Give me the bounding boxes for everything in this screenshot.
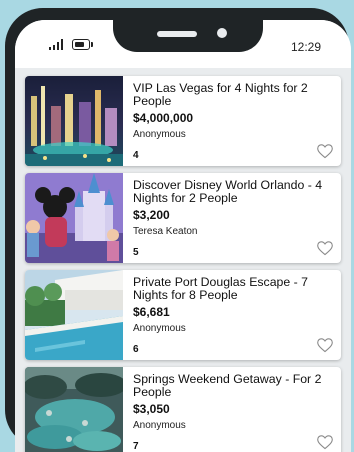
list-item[interactable]: Springs Weekend Getaway - For 2 People $… — [25, 367, 341, 452]
item-price: $3,050 — [133, 402, 170, 416]
status-bar: 12:29 — [15, 20, 351, 68]
item-donor: Anonymous — [133, 420, 186, 431]
list-item[interactable]: VIP Las Vegas for 4 Nights for 2 People … — [25, 76, 341, 166]
bid-count: 4 — [133, 150, 139, 161]
favorite-heart-icon[interactable] — [316, 434, 334, 450]
item-price: $4,000,000 — [133, 111, 194, 125]
bid-count: 7 — [133, 441, 139, 452]
item-title: VIP Las Vegas for 4 Nights for 2 People — [133, 81, 308, 108]
item-price: $3,200 — [133, 208, 170, 222]
las-vegas-image — [25, 76, 123, 166]
item-price: $6,681 — [133, 305, 170, 319]
item-donor: Anonymous — [133, 129, 186, 140]
favorite-heart-icon[interactable] — [316, 337, 334, 353]
item-title: Discover Disney World Orlando - 4 Nights… — [133, 178, 323, 205]
resort-pool-image — [25, 270, 123, 360]
disney-image — [25, 173, 123, 263]
auction-list: VIP Las Vegas for 4 Nights for 2 People … — [25, 76, 341, 452]
item-title: Springs Weekend Getaway - For 2 People — [133, 372, 322, 399]
phone-frame: 12:29 VIP Las Vegas for 4 Nights for 2 P… — [5, 8, 351, 452]
favorite-heart-icon[interactable] — [316, 143, 334, 159]
speaker — [157, 31, 197, 37]
item-donor: Anonymous — [133, 323, 186, 334]
list-item[interactable]: Discover Disney World Orlando - 4 Nights… — [25, 173, 341, 263]
item-info: Discover Disney World Orlando - 4 Nights… — [133, 178, 333, 238]
camera-icon — [217, 28, 227, 38]
hot-springs-image — [25, 367, 123, 452]
favorite-heart-icon[interactable] — [316, 240, 334, 256]
status-time: 12:29 — [290, 40, 321, 54]
item-info: Private Port Douglas Escape - 7 Nights f… — [133, 275, 333, 335]
item-info: VIP Las Vegas for 4 Nights for 2 People … — [133, 81, 333, 141]
list-item[interactable]: Private Port Douglas Escape - 7 Nights f… — [25, 270, 341, 360]
signal-icon — [49, 38, 67, 50]
notch — [113, 20, 263, 52]
bid-count: 5 — [133, 247, 139, 258]
battery-icon — [72, 39, 93, 50]
item-info: Springs Weekend Getaway - For 2 People $… — [133, 372, 333, 432]
bid-count: 6 — [133, 344, 139, 355]
item-donor: Teresa Keaton — [133, 226, 198, 237]
item-title: Private Port Douglas Escape - 7 Nights f… — [133, 275, 308, 302]
app-screen: 12:29 VIP Las Vegas for 4 Nights for 2 P… — [15, 20, 351, 452]
